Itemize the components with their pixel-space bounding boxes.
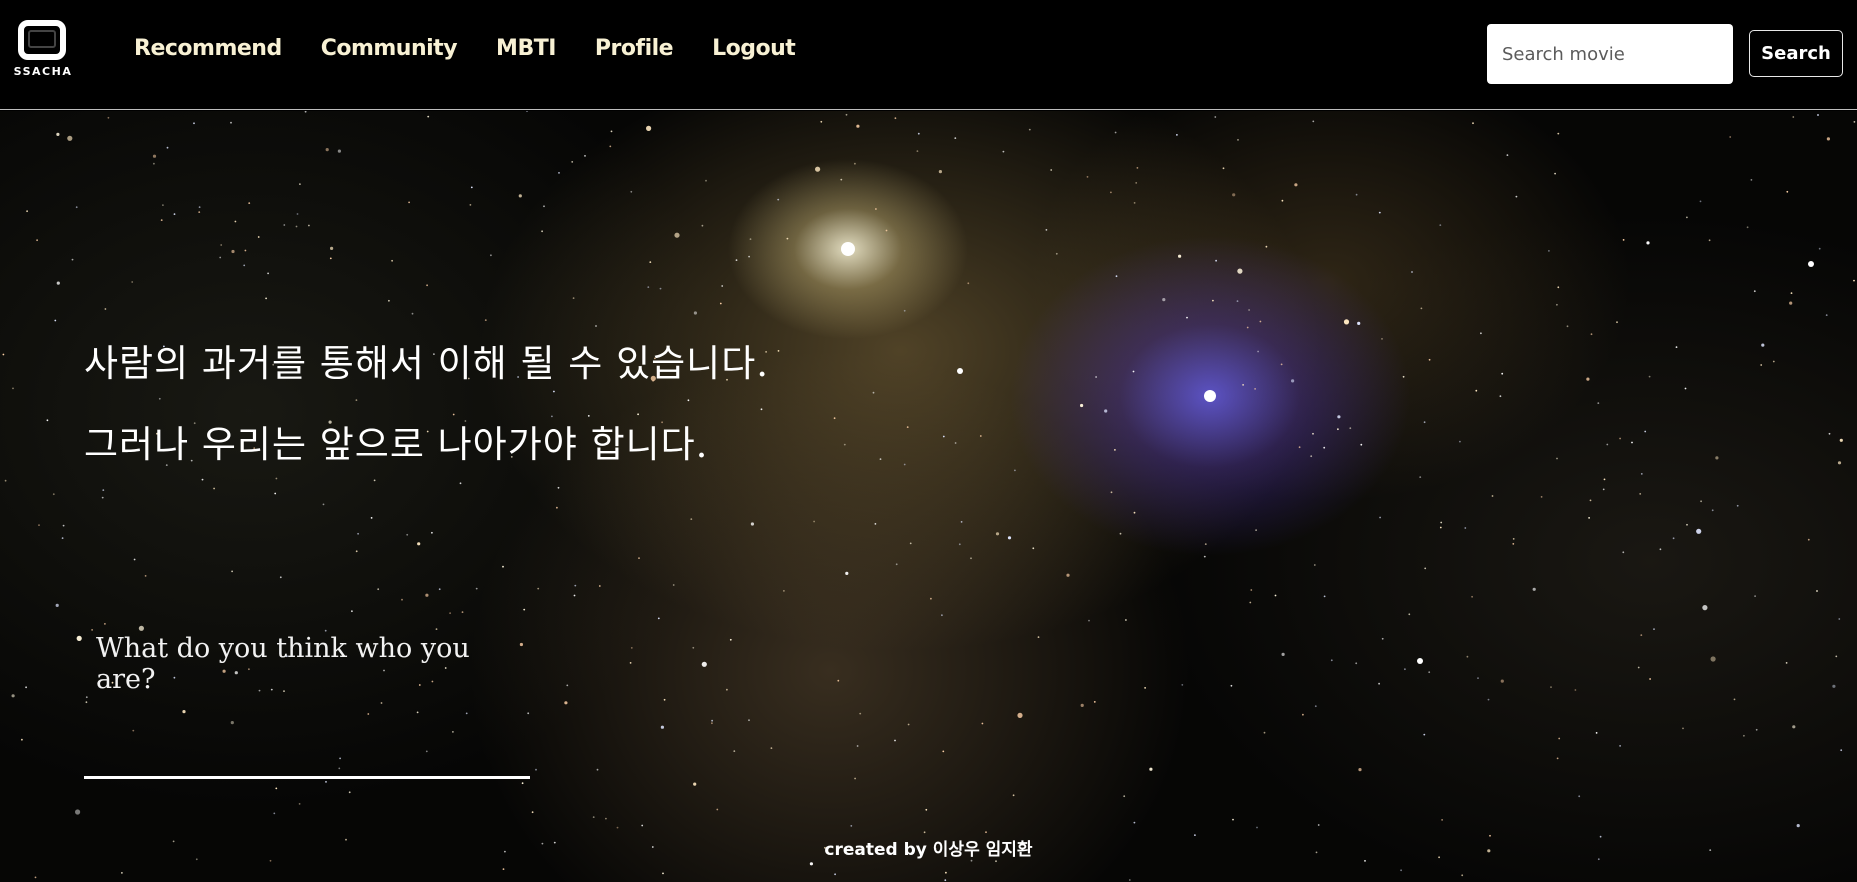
logo-text: SSACHA: [13, 65, 73, 78]
nav-logout-link[interactable]: Logout: [712, 36, 796, 61]
main-nav: Recommend Community MBTI Profile Logout: [134, 36, 834, 61]
who-are-you-input[interactable]: [84, 619, 530, 779]
tv-logo-icon: [18, 20, 66, 60]
footer-credit: created by 이상우 임지환: [824, 840, 1033, 860]
nav-recommend-link[interactable]: Recommend: [134, 36, 282, 61]
nav-community-link[interactable]: Community: [321, 36, 458, 61]
nav-profile-link[interactable]: Profile: [595, 36, 674, 61]
galaxy-hero: 사람의 과거를 통해서 이해 될 수 있습니다. 그러나 우리는 앞으로 나아가…: [0, 111, 1857, 882]
top-navbar: SSACHA Recommend Community MBTI Profile …: [0, 0, 1857, 110]
ssacha-logo[interactable]: SSACHA: [6, 20, 80, 78]
search-movie-input[interactable]: [1487, 24, 1733, 84]
search-button[interactable]: Search: [1749, 30, 1843, 77]
nav-mbti-link[interactable]: MBTI: [496, 36, 556, 61]
hero-headline-1: 사람의 과거를 통해서 이해 될 수 있습니다.: [84, 342, 770, 385]
hero-headline-2: 그러나 우리는 앞으로 나아가야 합니다.: [84, 423, 709, 466]
